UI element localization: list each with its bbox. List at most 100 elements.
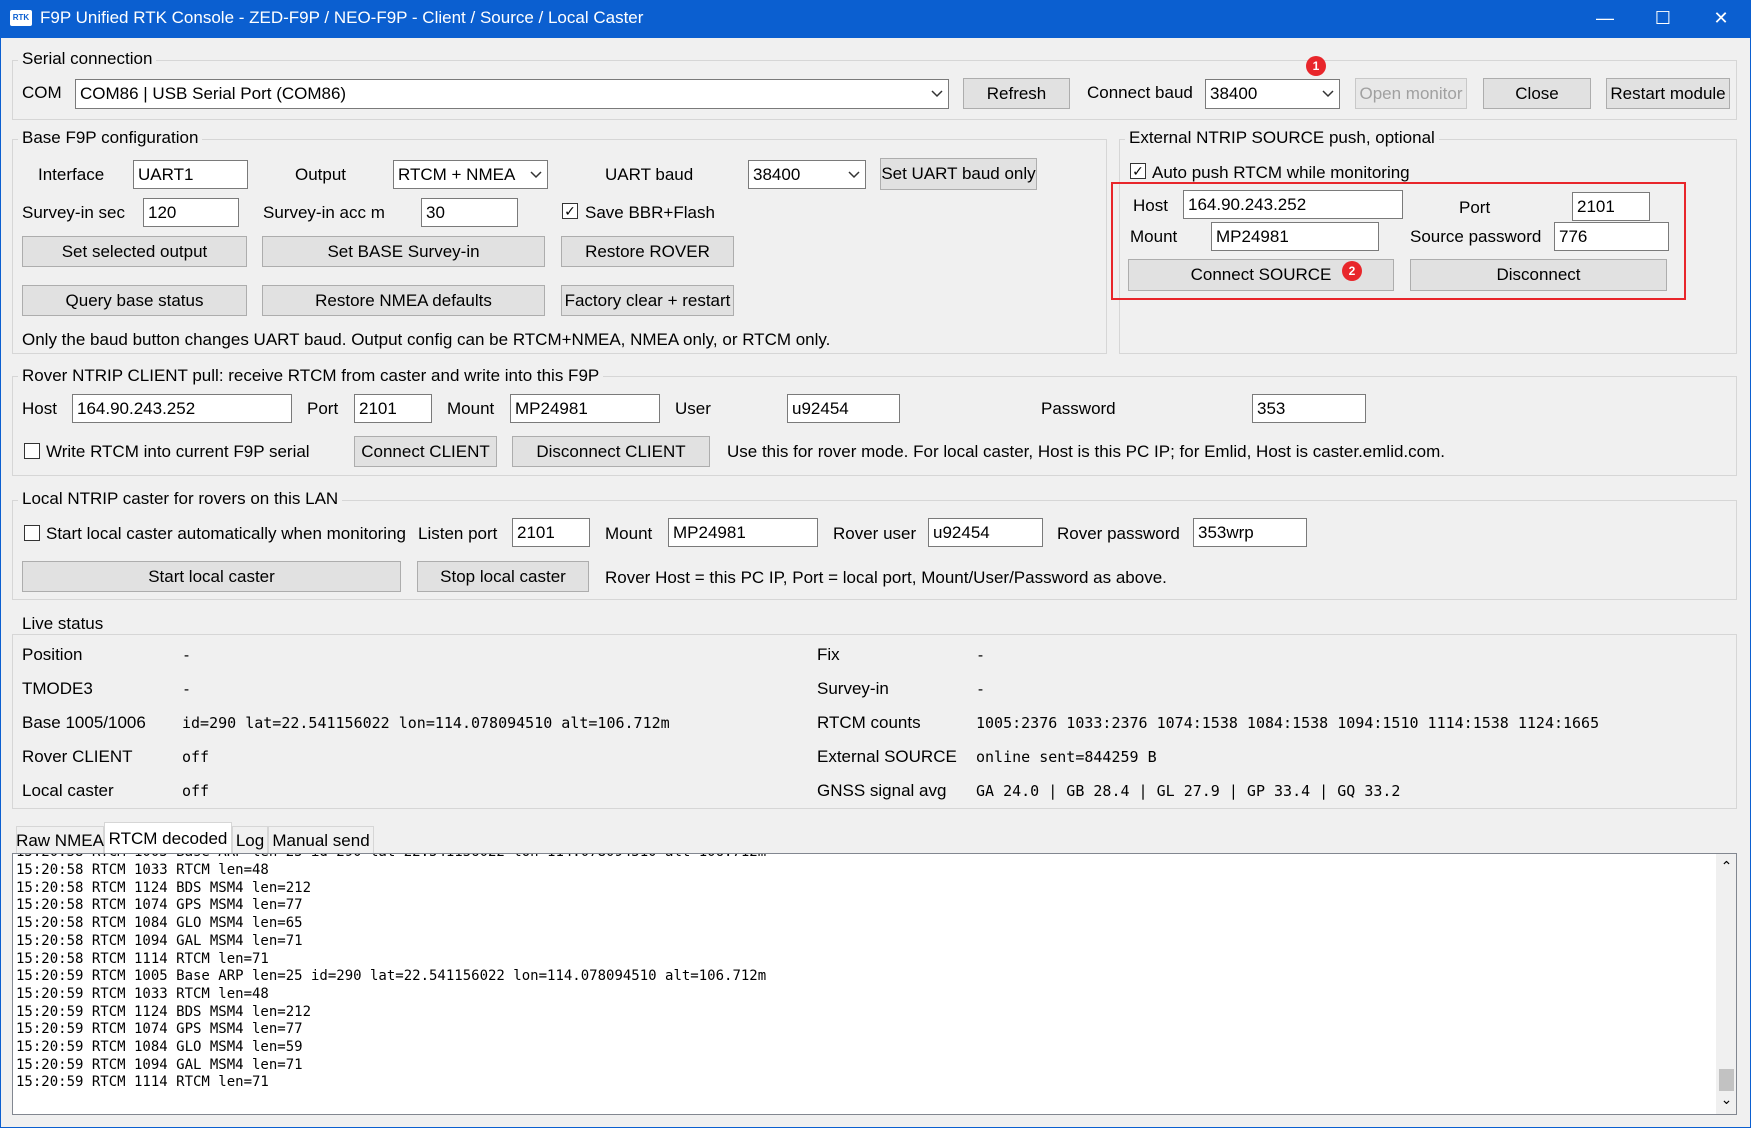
source-port-label: Port	[1459, 198, 1491, 217]
query-base-status-button[interactable]: Query base status	[22, 285, 247, 316]
external-source-label: External NTRIP SOURCE push, optional	[1125, 128, 1439, 148]
disconnect-client-button[interactable]: Disconnect CLIENT	[512, 436, 710, 467]
source-port-field[interactable]: 2101	[1572, 192, 1650, 221]
console-line: 15:20:59 RTCM 1074 GPS MSM4 len=77	[16, 1021, 303, 1038]
annotation-badge-1: 1	[1306, 56, 1326, 76]
com-label: COM	[22, 83, 62, 102]
source-mount-field[interactable]: MP24981	[1211, 222, 1379, 251]
annotation-badge-2: 2	[1342, 261, 1362, 281]
survey-sec-field[interactable]: 120	[143, 198, 239, 227]
stop-local-caster-button[interactable]: Stop local caster	[417, 561, 589, 592]
auto-start-caster-checkbox[interactable]	[24, 525, 40, 541]
survey-acc-label: Survey-in acc m	[263, 203, 385, 222]
rover-password-label: Password	[1041, 399, 1116, 418]
connect-baud-value: 38400	[1210, 84, 1258, 103]
interface-label: Interface	[38, 165, 105, 184]
console-line: 15:20:59 RTCM 1124 BDS MSM4 len=212	[16, 1003, 312, 1020]
write-rtcm-checkbox[interactable]	[24, 443, 40, 459]
scroll-down-icon[interactable]: ⌄	[1716, 1092, 1736, 1112]
scrollbar-thumb[interactable]	[1719, 1069, 1734, 1091]
source-password-field[interactable]: 776	[1554, 222, 1669, 251]
save-bbr-checkbox[interactable]: ✓	[562, 203, 578, 219]
title-bar[interactable]: RTK F9P Unified RTK Console - ZED-F9P / …	[0, 0, 1751, 38]
status-label-local-caster: Local caster	[22, 781, 114, 800]
restart-module-button[interactable]: Restart module	[1606, 78, 1730, 109]
console-line: 15:20:58 RTCM 1094 GAL MSM4 len=71	[16, 932, 303, 949]
output-label: Output	[295, 165, 347, 184]
restore-nmea-button[interactable]: Restore NMEA defaults	[262, 285, 545, 316]
rover-port-field[interactable]: 2101	[354, 394, 432, 423]
console-line: 15:20:58 RTCM 1084 GLO MSM4 len=65	[16, 915, 303, 932]
set-uart-baud-button[interactable]: Set UART baud only	[880, 158, 1037, 190]
tab-log[interactable]: Log	[232, 826, 268, 854]
interface-field[interactable]: UART1	[133, 160, 248, 189]
connect-client-button[interactable]: Connect CLIENT	[354, 436, 497, 467]
com-port-select[interactable]: COM86 | USB Serial Port (COM86)	[75, 79, 949, 109]
restore-rover-button[interactable]: Restore ROVER	[561, 236, 734, 267]
console-line: 15:20:58 RTCM 1033 RTCM len=48	[16, 862, 269, 878]
tab-raw-nmea[interactable]: Raw NMEA	[16, 826, 104, 854]
open-monitor-button[interactable]: Open monitor	[1355, 78, 1467, 109]
console-line: 15:20:59 RTCM 1033 RTCM len=48	[16, 985, 269, 1002]
status-value-external-source: online sent=844259 B	[976, 748, 1157, 766]
source-host-field[interactable]: 164.90.243.252	[1183, 190, 1403, 219]
survey-acc-field[interactable]: 30	[421, 198, 518, 227]
start-local-caster-button[interactable]: Start local caster	[22, 561, 401, 592]
app-icon: RTK	[10, 10, 32, 26]
source-host-label: Host	[1133, 196, 1168, 215]
status-value-gnss-signal: GA 24.0 | GB 28.4 | GL 27.9 | GP 33.4 | …	[976, 782, 1401, 800]
connect-baud-label: Connect baud	[1087, 83, 1193, 102]
rtcm-console[interactable]: 15:20:58 RTCM 1005 Base ARP len=25 id=29…	[12, 853, 1737, 1115]
status-label-position: Position	[22, 645, 83, 664]
status-value-rover-client: off	[182, 748, 210, 766]
refresh-button[interactable]: Refresh	[963, 78, 1070, 109]
rover-password-caster-field[interactable]: 353wrp	[1193, 518, 1307, 547]
base-config-note: Only the baud button changes UART baud. …	[22, 330, 831, 349]
rover-port-label: Port	[307, 399, 339, 418]
status-value-base-arp: id=290 lat=22.541156022 lon=114.07809451…	[182, 714, 670, 732]
scroll-up-icon[interactable]: ⌃	[1716, 854, 1736, 874]
window-title: F9P Unified RTK Console - ZED-F9P / NEO-…	[40, 8, 644, 27]
rover-user-field[interactable]: u92454	[787, 394, 900, 423]
live-status-label: Live status	[18, 614, 108, 634]
local-mount-field[interactable]: MP24981	[668, 518, 818, 547]
rover-host-label: Host	[22, 399, 57, 418]
uart-baud-value: 38400	[753, 164, 801, 184]
rover-user-label: User	[675, 399, 711, 418]
factory-clear-button[interactable]: Factory clear + restart	[561, 285, 734, 316]
uart-baud-select[interactable]: 38400	[748, 160, 866, 189]
auto-push-checkbox[interactable]: ✓	[1130, 163, 1146, 179]
listen-port-label: Listen port	[418, 524, 498, 543]
listen-port-field[interactable]: 2101	[512, 518, 590, 547]
rover-mount-field[interactable]: MP24981	[510, 394, 660, 423]
local-mount-label: Mount	[605, 524, 653, 543]
close-port-button[interactable]: Close	[1483, 78, 1591, 109]
rover-mode-note: Use this for rover mode. For local caste…	[727, 442, 1445, 461]
status-value-position: -	[182, 646, 192, 664]
rover-host-field[interactable]: 164.90.243.252	[72, 394, 292, 423]
status-value-rtcm-counts: 1005:2376 1033:2376 1074:1538 1084:1538 …	[976, 714, 1600, 732]
console-line: 15:20:59 RTCM 1005 Base ARP len=25 id=29…	[16, 968, 767, 985]
console-scrollbar[interactable]: ⌃ ⌄	[1716, 854, 1736, 1114]
minimize-button[interactable]: —	[1576, 0, 1634, 38]
source-password-label: Source password	[1410, 227, 1542, 246]
tab-manual-send[interactable]: Manual send	[268, 826, 374, 854]
tab-rtcm-decoded[interactable]: RTCM decoded	[104, 822, 232, 854]
maximize-button[interactable]: ☐	[1634, 0, 1692, 38]
rover-password-field[interactable]: 353	[1252, 394, 1366, 423]
output-value: RTCM + NMEA	[398, 164, 516, 184]
status-value-fix: -	[976, 646, 986, 664]
connect-baud-select[interactable]: 38400	[1205, 79, 1340, 109]
output-select[interactable]: RTCM + NMEA	[393, 160, 548, 189]
chevron-down-icon	[1321, 87, 1335, 101]
window-close-button[interactable]: ✕	[1692, 0, 1750, 38]
status-label-tmode3: TMODE3	[22, 679, 93, 698]
status-label-external-source: External SOURCE	[817, 747, 957, 766]
set-base-survey-button[interactable]: Set BASE Survey-in	[262, 236, 545, 267]
set-output-button[interactable]: Set selected output	[22, 236, 247, 267]
rover-user-caster-field[interactable]: u92454	[928, 518, 1043, 547]
com-port-value: COM86 | USB Serial Port (COM86)	[80, 84, 347, 103]
status-value-survey-in: -	[976, 680, 986, 698]
save-bbr-label: Save BBR+Flash	[585, 203, 715, 222]
disconnect-source-button[interactable]: Disconnect	[1410, 259, 1667, 291]
